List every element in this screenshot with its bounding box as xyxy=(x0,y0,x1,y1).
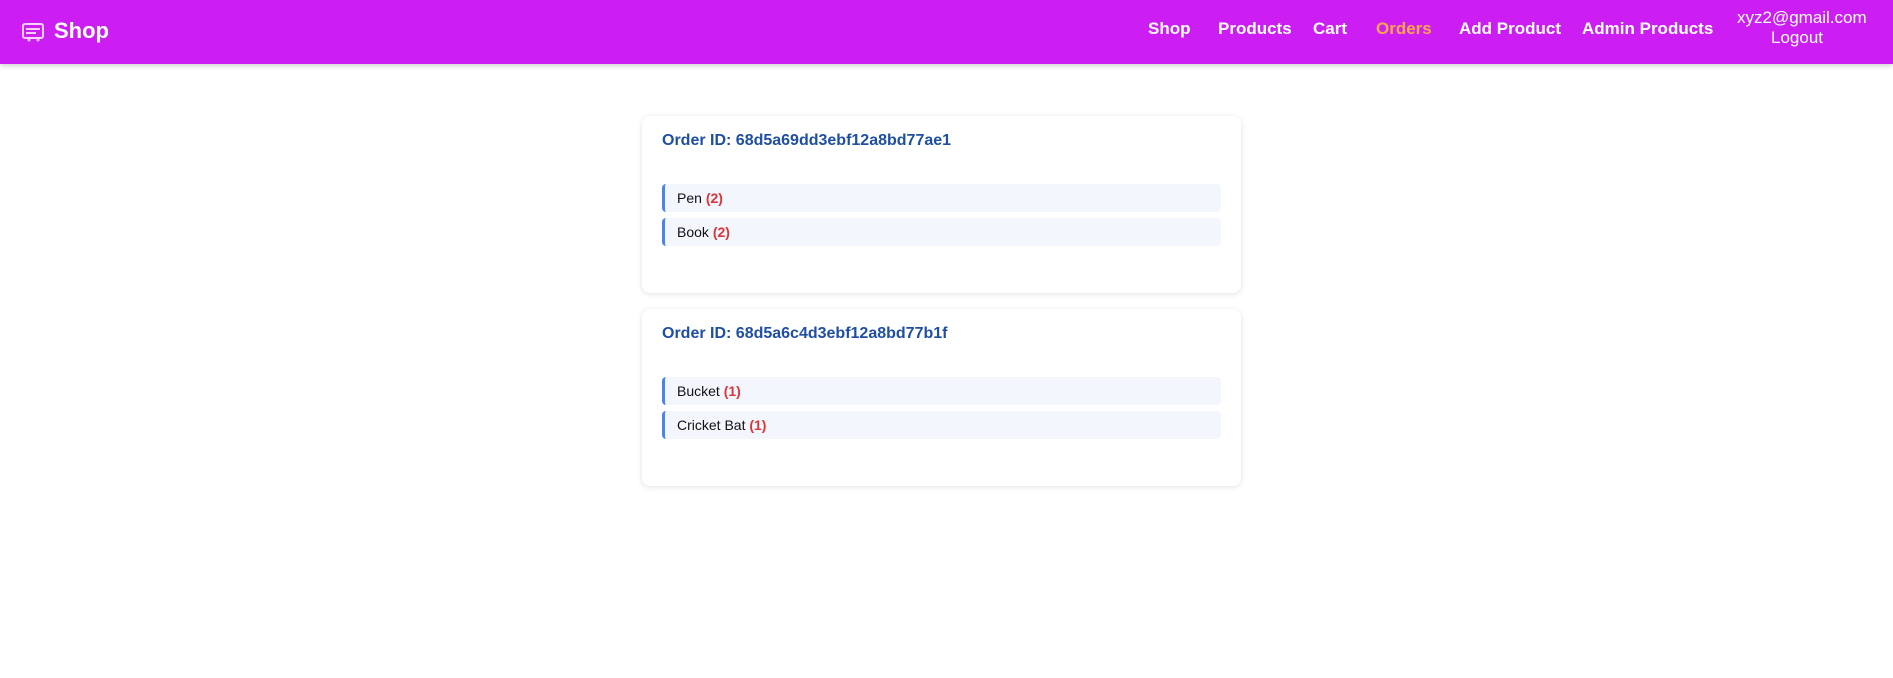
order-item-qty: (1) xyxy=(723,383,741,399)
order-item-qty: (2) xyxy=(705,190,723,206)
order-item-qty: (2) xyxy=(712,224,730,240)
shop-icon xyxy=(22,23,44,42)
brand-link[interactable]: Shop xyxy=(22,17,109,45)
nav-link-add-product[interactable]: Add Product xyxy=(1459,19,1561,39)
order-item-name: Bucket xyxy=(677,383,720,399)
order-id-title: Order ID: 68d5a6c4d3ebf12a8bd77b1f xyxy=(662,325,948,342)
order-item: Bucket (1) xyxy=(662,377,1221,405)
order-card: Order ID: 68d5a6c4d3ebf12a8bd77b1f Bucke… xyxy=(642,309,1241,486)
order-card: Order ID: 68d5a69dd3ebf12a8bd77ae1 Pen (… xyxy=(642,116,1241,293)
order-item-name: Cricket Bat xyxy=(677,417,746,433)
user-email: xyz2@gmail.com xyxy=(1737,8,1867,27)
order-item: Pen (2) xyxy=(662,184,1221,212)
order-item: Cricket Bat (1) xyxy=(662,411,1221,439)
logout-button[interactable]: Logout xyxy=(1737,28,1857,48)
order-item-qty: (1) xyxy=(749,417,767,433)
nav-link-shop[interactable]: Shop xyxy=(1148,19,1191,39)
order-item-name: Pen xyxy=(677,190,702,206)
order-item-name: Book xyxy=(677,224,709,240)
nav-link-products[interactable]: Products xyxy=(1218,19,1292,39)
order-item: Book (2) xyxy=(662,218,1221,246)
nav-link-cart[interactable]: Cart xyxy=(1313,19,1347,39)
brand-title: Shop xyxy=(54,18,109,43)
nav-link-admin-products[interactable]: Admin Products xyxy=(1582,19,1713,39)
top-navbar: Shop Shop Products Cart Orders Add Produ… xyxy=(0,0,1893,64)
nav-link-orders[interactable]: Orders xyxy=(1376,19,1432,39)
order-id-title: Order ID: 68d5a69dd3ebf12a8bd77ae1 xyxy=(662,132,952,149)
